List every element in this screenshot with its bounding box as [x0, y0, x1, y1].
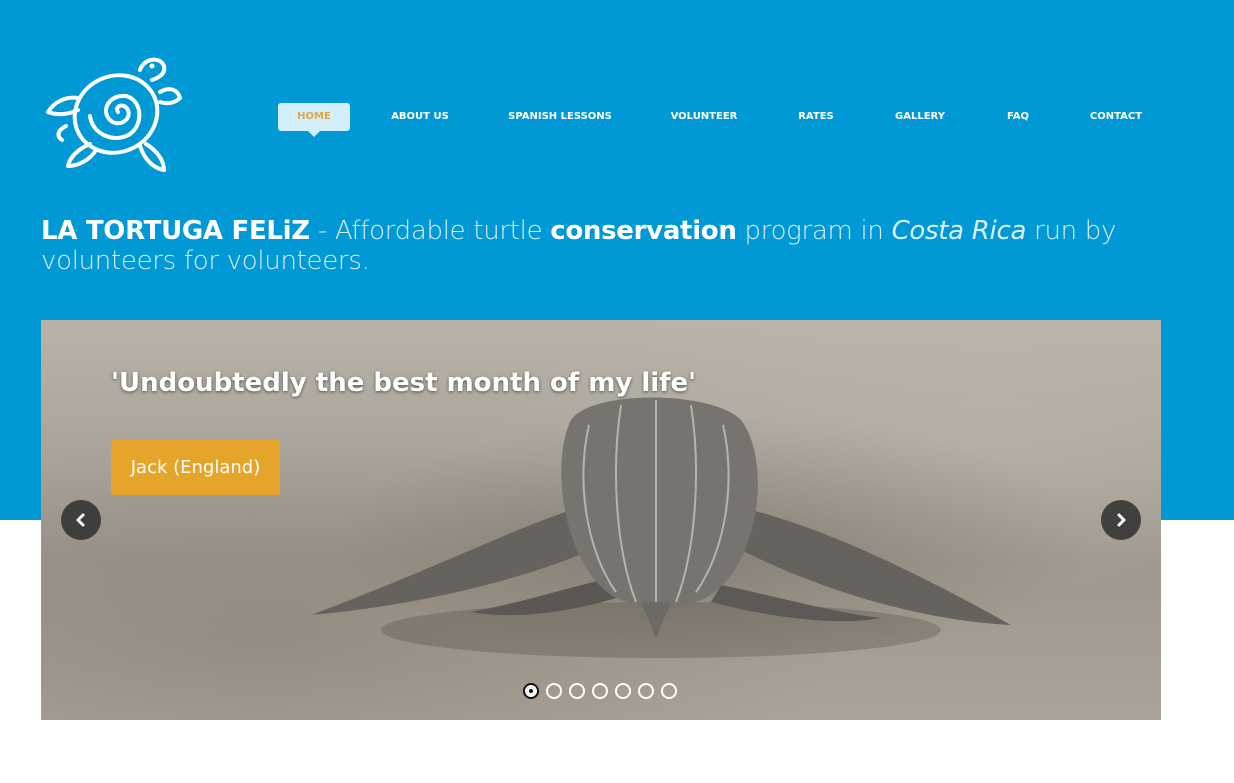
tagline-emphasis: conservation [550, 216, 737, 246]
tagline-location: Costa Rica [891, 216, 1027, 246]
tagline-text-2: program in [736, 216, 892, 246]
slide-dot-2[interactable] [546, 683, 562, 699]
nav-gallery[interactable]: GALLERY [893, 103, 947, 131]
testimonial-quote: 'Undoubtedly the best month of my life' [111, 368, 697, 398]
slider-next-button[interactable] [1101, 500, 1141, 540]
slide-dot-3[interactable] [569, 683, 585, 699]
testimonial-slider: 'Undoubtedly the best month of my life' … [41, 320, 1161, 720]
site-tagline: LA TORTUGA FELiZ - Affordable turtle con… [41, 216, 1181, 276]
nav-volunteer[interactable]: VOLUNTEER [670, 103, 738, 131]
testimonial-author-button[interactable]: Jack (England) [111, 440, 280, 495]
turtle-logo-icon[interactable] [44, 46, 182, 174]
tagline-text-1: - Affordable turtle [309, 216, 551, 246]
nav-contact[interactable]: CONTACT [1089, 103, 1143, 131]
slider-prev-button[interactable] [61, 500, 101, 540]
nav-rates[interactable]: RATES [796, 103, 836, 131]
brand-name: LA TORTUGA FELiZ [41, 216, 310, 246]
nav-about-us[interactable]: ABOUT US [390, 103, 450, 131]
baby-turtle-image [311, 397, 1011, 658]
nav-faq[interactable]: FAQ [1005, 103, 1031, 131]
nav-spanish-lessons[interactable]: SPANISH LESSONS [507, 103, 613, 131]
slide-dot-5[interactable] [615, 683, 631, 699]
slide-dot-1[interactable] [523, 683, 539, 699]
slide-dot-4[interactable] [592, 683, 608, 699]
chevron-left-icon [76, 513, 85, 527]
slide-dot-6[interactable] [638, 683, 654, 699]
chevron-right-icon [1117, 513, 1126, 527]
slide-dot-7[interactable] [661, 683, 677, 699]
nav-home[interactable]: HOME [278, 103, 350, 137]
